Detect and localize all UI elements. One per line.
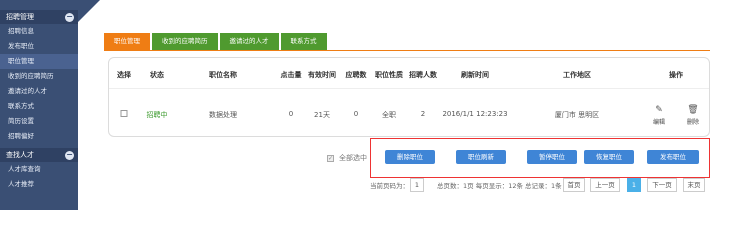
sidebar-item-job-info[interactable]: 招聘信息: [0, 24, 78, 39]
last-page-button[interactable]: 末页: [683, 178, 705, 192]
sidebar-item-talent-search[interactable]: 人才库查询: [0, 162, 78, 177]
count-value: 2: [420, 110, 426, 118]
delete-label: 删除: [686, 119, 700, 126]
job-name[interactable]: 数据处理: [209, 110, 237, 120]
refresh-value: 2016/1/1 12:23:23: [442, 110, 508, 118]
sidebar-section-label: 查找人才: [6, 151, 34, 159]
status-badge: 招聘中: [146, 111, 168, 119]
next-page-button[interactable]: 下一页: [647, 178, 677, 192]
refresh-job-button[interactable]: 职位刷新: [456, 150, 506, 164]
edit-label: 编辑: [652, 119, 666, 126]
sidebar-corner: [78, 0, 100, 22]
row-checkbox[interactable]: [120, 110, 128, 119]
delete-job-button[interactable]: 删除职位: [385, 150, 435, 164]
prev-page-button[interactable]: 上一页: [590, 178, 620, 192]
col-count: 招聘人数: [409, 71, 437, 79]
delete-button[interactable]: 🗑 删除: [686, 105, 700, 127]
pagination-summary-text: 总页数：1页 每页显示：12条 总记录：1条: [437, 182, 562, 190]
edit-icon: ✎: [655, 105, 663, 115]
col-applicants: 应聘数: [345, 71, 367, 79]
col-refresh: 刷新时间: [461, 71, 489, 79]
sidebar-section-recruitment[interactable]: 招聘管理 −: [0, 10, 78, 24]
sidebar-item-preferences[interactable]: 招聘偏好: [0, 129, 78, 144]
tab-invited-talent[interactable]: 邀请过的人才: [219, 33, 279, 50]
sidebar: 招聘管理 − 招聘信息 发布职位 职位管理 收到的应聘简历 邀请过的人才 联系方…: [0, 0, 78, 210]
sidebar-section-label: 招聘管理: [6, 13, 34, 21]
nature-value: 全职: [382, 111, 396, 119]
sidebar-item-job-management[interactable]: 职位管理: [0, 54, 78, 69]
page-1-button[interactable]: 1: [627, 178, 641, 192]
applicants-value: 0: [353, 110, 359, 118]
valid-value: 21天: [314, 111, 330, 119]
pagination-info: 当前页码为：: [370, 178, 409, 192]
col-nature: 职位性质: [375, 71, 403, 79]
col-status: 状态: [150, 71, 164, 79]
sidebar-item-talent-recommend[interactable]: 人才推荐: [0, 177, 78, 192]
col-name: 职位名称: [209, 71, 237, 79]
col-area: 工作地区: [563, 71, 591, 79]
tab-contact[interactable]: 联系方式: [280, 33, 327, 50]
post-job-button[interactable]: 发布职位: [647, 150, 699, 164]
sidebar-item-post-job[interactable]: 发布职位: [0, 39, 78, 54]
select-all-checkbox[interactable]: ✓: [327, 154, 334, 162]
tab-underline: [104, 50, 710, 51]
sidebar-item-invited-talent[interactable]: 邀请过的人才: [0, 84, 78, 99]
select-all-label: 全部选中: [339, 154, 367, 162]
tab-received-resumes[interactable]: 收到的应聘简历: [152, 33, 218, 50]
header-divider: [109, 88, 709, 89]
job-table: 选择 状态 职位名称 点击量 有效时间 应聘数 职位性质 招聘人数 刷新时间 工…: [108, 57, 710, 137]
clicks-value: 0: [288, 110, 294, 118]
col-clicks: 点击量: [280, 71, 302, 79]
pause-job-button[interactable]: 暂停职位: [527, 150, 577, 164]
select-all[interactable]: ✓ 全部选中: [327, 153, 367, 163]
col-select: 选择: [117, 71, 131, 79]
sidebar-section-find-talent[interactable]: 查找人才 −: [0, 148, 78, 162]
current-page-label: 当前页码为：: [370, 182, 409, 190]
resume-job-button[interactable]: 恢复职位: [584, 150, 634, 164]
tab-bar: 职位管理 收到的应聘简历 邀请过的人才 联系方式: [104, 33, 329, 50]
sidebar-item-resume-settings[interactable]: 简历设置: [0, 114, 78, 129]
trash-icon: 🗑: [687, 105, 699, 115]
collapse-icon[interactable]: −: [65, 12, 74, 22]
sidebar-item-contact[interactable]: 联系方式: [0, 99, 78, 114]
sidebar-item-received-resumes[interactable]: 收到的应聘简历: [0, 69, 78, 84]
pagination-summary: 总页数：1页 每页显示：12条 总记录：1条: [437, 178, 562, 192]
col-valid: 有效时间: [308, 71, 336, 79]
current-page-input[interactable]: 1: [410, 178, 424, 192]
first-page-button[interactable]: 首页: [563, 178, 585, 192]
col-ops: 操作: [669, 71, 683, 79]
area-value: 厦门市 思明区: [554, 111, 600, 119]
edit-button[interactable]: ✎ 编辑: [652, 105, 666, 127]
collapse-icon[interactable]: −: [65, 150, 74, 160]
tab-job-management[interactable]: 职位管理: [104, 33, 150, 50]
